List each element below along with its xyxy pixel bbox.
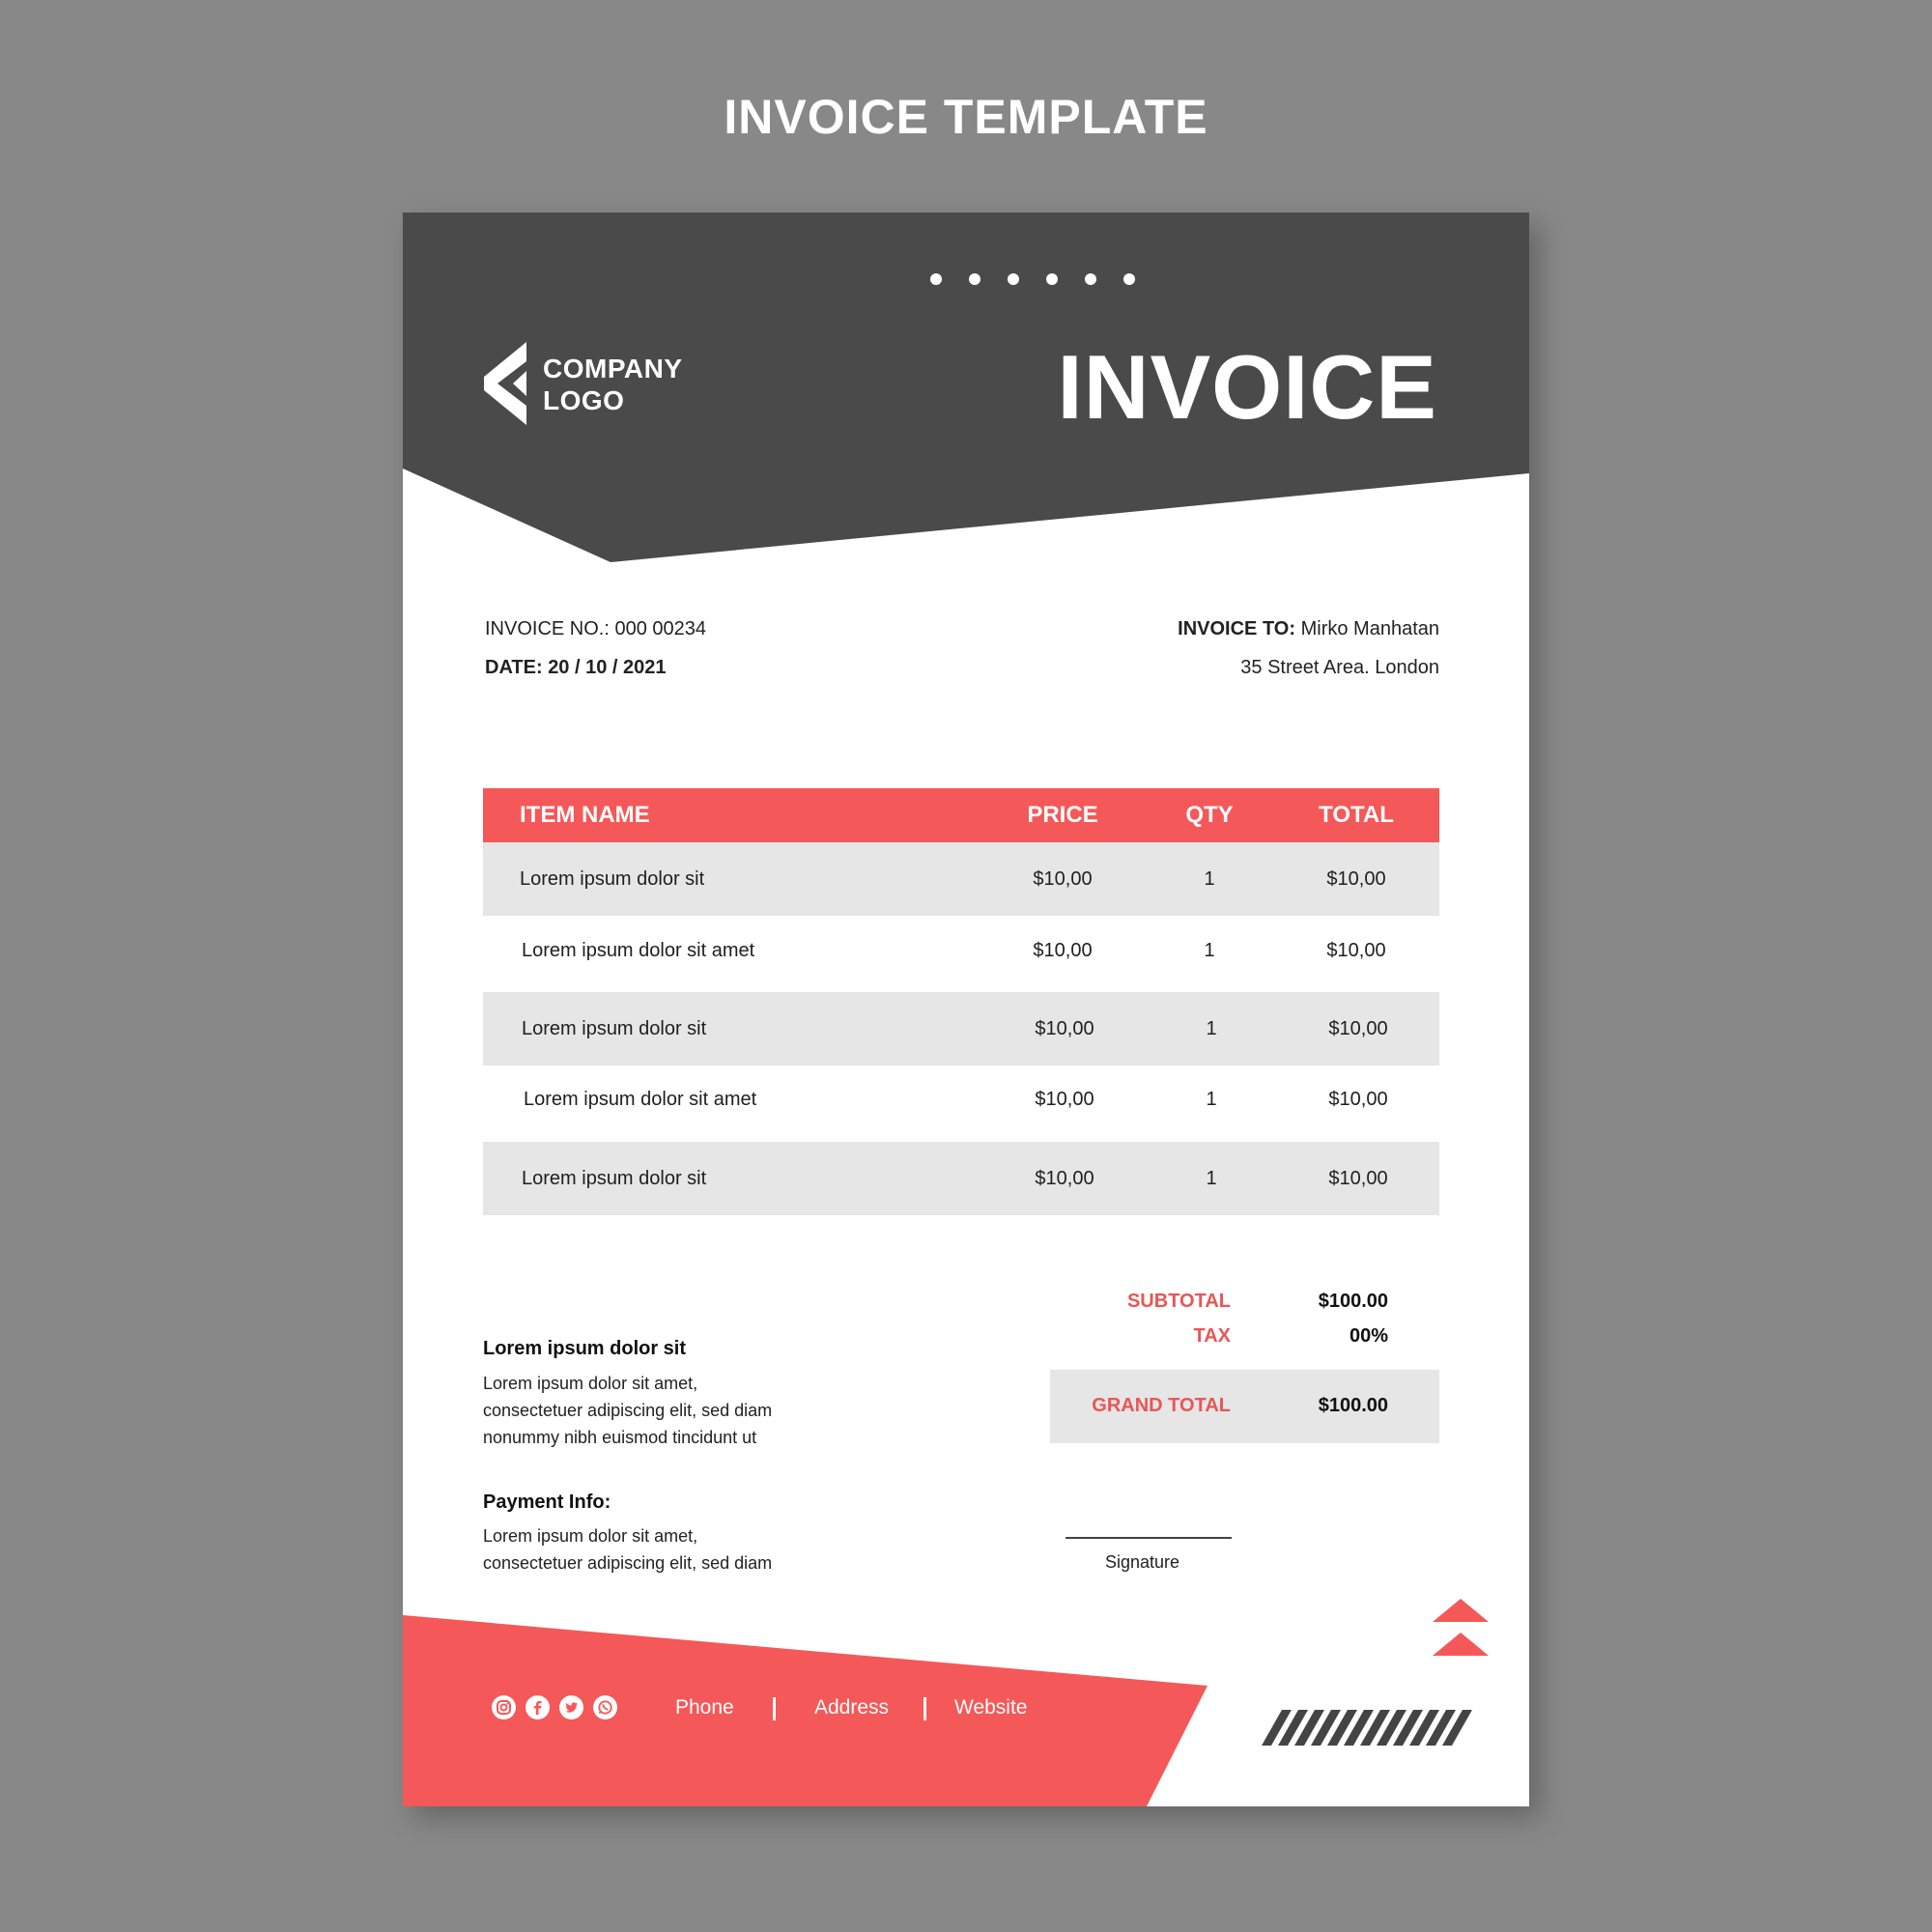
facebook-icon[interactable]	[526, 1695, 550, 1719]
row-price: $10,00	[1033, 940, 1093, 961]
notes-line1: Lorem ipsum dolor sit amet,	[483, 1374, 698, 1393]
subtotal-value: $100.00	[1318, 1291, 1388, 1312]
grand-total-label: GRAND TOTAL	[1092, 1395, 1231, 1416]
notes-heading: Lorem ipsum dolor sit	[483, 1338, 687, 1359]
invoice-to-name: Mirko Manhatan	[1300, 618, 1439, 639]
table-row: Lorem ipsum dolor sit amet $10,00 1 $10,…	[483, 1063, 1439, 1136]
company-logo-line1: COMPANY	[543, 354, 683, 384]
row-qty: 1	[1206, 1018, 1217, 1039]
table-row: Lorem ipsum dolor sit $10,00 1 $10,00	[483, 1142, 1439, 1215]
up-arrow-icon	[1433, 1633, 1489, 1656]
header-price: PRICE	[1027, 802, 1098, 828]
invoice-to: INVOICE TO: Mirko Manhatan	[1178, 618, 1439, 640]
up-arrow-icon	[1433, 1599, 1489, 1622]
footer-separator	[773, 1697, 776, 1720]
row-qty: 1	[1204, 868, 1215, 890]
row-total: $10,00	[1328, 1089, 1388, 1110]
signature-label: Signature	[1105, 1552, 1180, 1572]
row-item-name: Lorem ipsum dolor sit	[522, 1018, 707, 1039]
subtotal-label: SUBTOTAL	[1126, 1291, 1231, 1312]
footer-separator	[923, 1697, 926, 1720]
row-item-name: Lorem ipsum dolor sit	[520, 868, 705, 890]
row-price: $10,00	[1035, 1168, 1094, 1189]
row-qty: 1	[1204, 940, 1215, 961]
invoice-title: INVOICE	[1057, 336, 1437, 438]
row-total: $10,00	[1326, 868, 1386, 890]
whatsapp-icon[interactable]	[593, 1695, 617, 1719]
twitter-icon[interactable]	[559, 1695, 583, 1719]
row-total: $10,00	[1326, 940, 1386, 961]
grand-total-value: $100.00	[1318, 1395, 1388, 1416]
instagram-icon[interactable]	[492, 1695, 516, 1719]
header-item-name: ITEM NAME	[520, 802, 650, 828]
tax-value: 00%	[1349, 1325, 1388, 1347]
company-logo-line2: LOGO	[543, 385, 625, 415]
header-total: TOTAL	[1319, 802, 1394, 828]
row-total: $10,00	[1328, 1168, 1388, 1189]
invoice-to-address: 35 Street Area. London	[1240, 657, 1439, 678]
invoice-sheet: COMPANY LOGO INVOICE INVOICE NO.: 000 00…	[403, 213, 1529, 1806]
payment-line1: Lorem ipsum dolor sit amet,	[483, 1526, 698, 1546]
table-row: Lorem ipsum dolor sit $10,00 1 $10,00	[483, 842, 1439, 916]
header-qty: QTY	[1185, 802, 1234, 828]
signature-line	[1065, 1537, 1232, 1539]
table-row: Lorem ipsum dolor sit $10,00 1 $10,00	[483, 992, 1439, 1065]
table-header: ITEM NAME PRICE QTY TOTAL	[483, 788, 1439, 842]
header-dot	[1046, 273, 1058, 285]
table-row: Lorem ipsum dolor sit amet $10,00 1 $10,…	[483, 914, 1439, 987]
footer-band	[403, 1615, 1208, 1806]
row-qty: 1	[1206, 1168, 1217, 1189]
header-dot	[1123, 273, 1135, 285]
tax-label: TAX	[1193, 1325, 1231, 1347]
row-price: $10,00	[1033, 868, 1093, 890]
row-item-name: Lorem ipsum dolor sit amet	[522, 940, 755, 961]
invoice-number-value: 000 00234	[614, 618, 707, 639]
payment-heading: Payment Info:	[483, 1492, 611, 1513]
invoice-number-label: INVOICE NO.:	[485, 618, 610, 639]
header-dot	[969, 273, 980, 285]
footer-phone[interactable]: Phone	[675, 1696, 734, 1719]
invoice-number: INVOICE NO.: 000 00234	[485, 618, 706, 640]
header-dot	[1085, 273, 1096, 285]
row-item-name: Lorem ipsum dolor sit	[522, 1168, 707, 1189]
footer-address[interactable]: Address	[814, 1696, 889, 1719]
row-total: $10,00	[1328, 1018, 1388, 1039]
row-price: $10,00	[1035, 1089, 1094, 1110]
notes-line3: nonummy nibh euismod tincidunt ut	[483, 1428, 757, 1447]
chevron-logo-icon	[484, 342, 526, 425]
stripes-decoration	[1262, 1710, 1472, 1746]
invoice-date-label: DATE:	[485, 657, 543, 678]
header-dot	[1008, 273, 1019, 285]
invoice-date-value: 20 / 10 / 2021	[548, 657, 667, 678]
page-heading: INVOICE TEMPLATE	[724, 90, 1208, 144]
row-qty: 1	[1206, 1089, 1217, 1110]
invoice-to-label: INVOICE TO:	[1178, 618, 1296, 639]
notes-line2: consectetuer adipiscing elit, sed diam	[483, 1401, 773, 1420]
row-item-name: Lorem ipsum dolor sit amet	[524, 1089, 757, 1110]
invoice-date: DATE: 20 / 10 / 2021	[485, 657, 667, 679]
header-dot	[930, 273, 942, 285]
payment-line2: consectetuer adipiscing elit, sed diam	[483, 1553, 773, 1573]
footer-website[interactable]: Website	[954, 1696, 1027, 1719]
row-price: $10,00	[1035, 1018, 1094, 1039]
